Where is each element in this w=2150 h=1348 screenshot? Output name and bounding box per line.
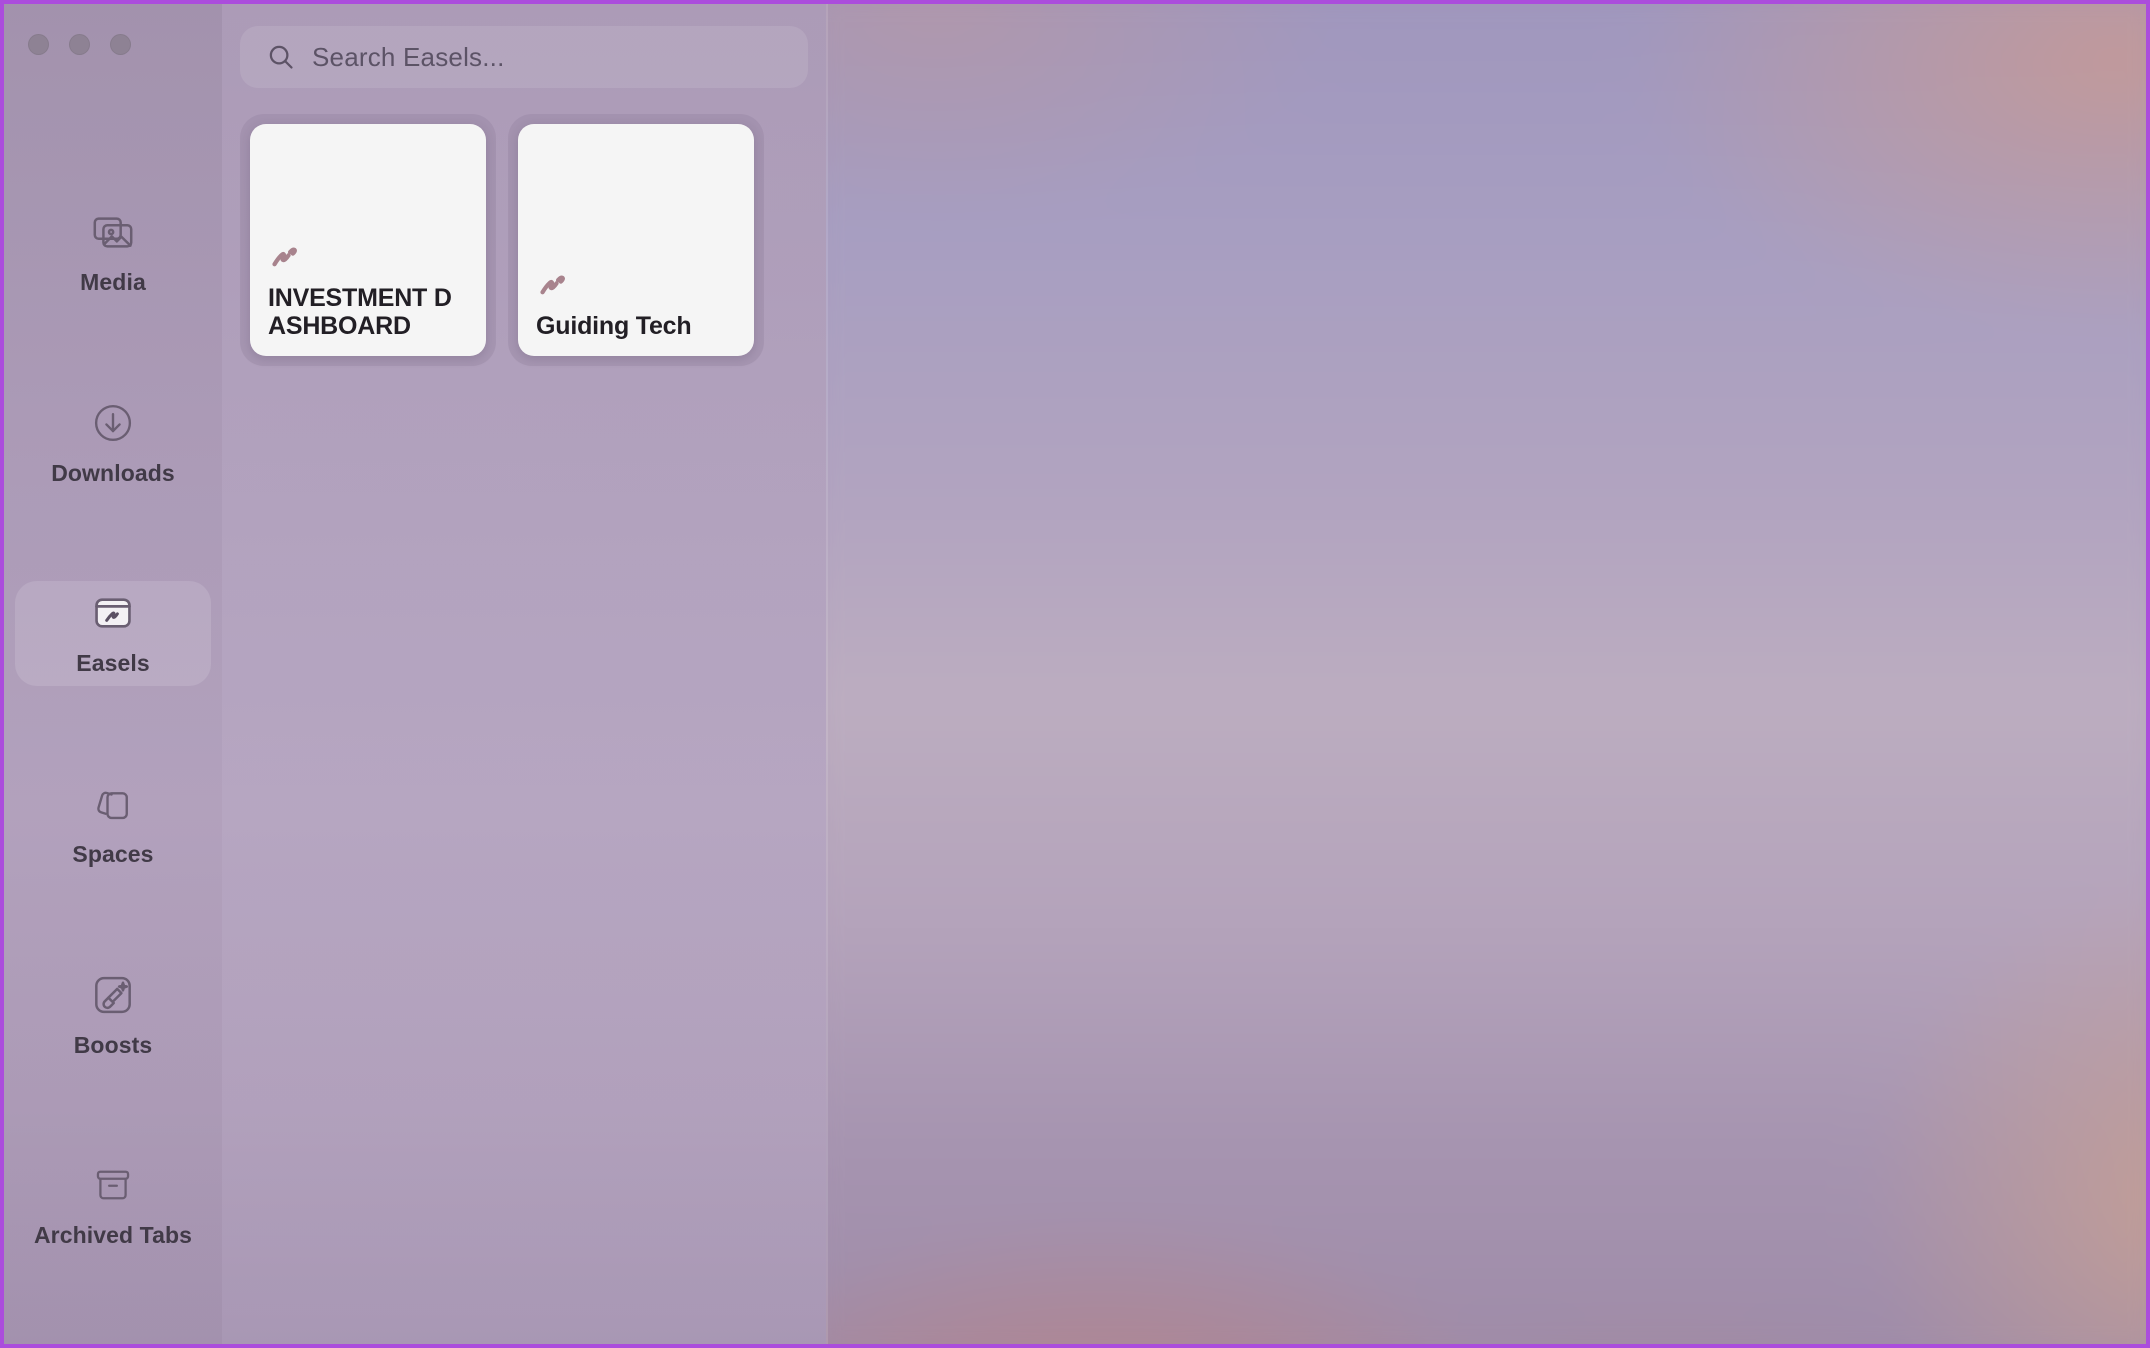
easel-card-title: Guiding Tech: [536, 311, 692, 340]
zoom-window-button[interactable]: [110, 34, 131, 55]
search-icon: [266, 42, 296, 72]
easels-grid: INVESTMENT DASHBOARD Guiding Tech: [240, 114, 808, 366]
easel-card-investment-dashboard[interactable]: INVESTMENT DASHBOARD: [250, 124, 486, 356]
sidebar-item-label: Downloads: [51, 459, 175, 486]
minimize-window-button[interactable]: [69, 34, 90, 55]
easel-icon: [90, 590, 136, 636]
media-stack-icon: [90, 209, 136, 255]
left-column: Media Downloads Easels Spaces Boosts Arc…: [4, 4, 826, 1344]
archive-box-icon: [90, 1162, 136, 1208]
easel-squiggle-icon: [268, 239, 468, 278]
easel-slot: INVESTMENT DASHBOARD: [240, 114, 496, 366]
sidebar-item-label: Spaces: [72, 840, 154, 867]
app-window: Media Downloads Easels Spaces Boosts Arc…: [0, 0, 2150, 1348]
sidebar-item-archived-tabs[interactable]: Archived Tabs: [15, 1153, 211, 1258]
close-window-button[interactable]: [28, 34, 49, 55]
easel-squiggle-icon: [536, 267, 736, 306]
panel-divider[interactable]: [826, 4, 828, 1344]
search-bar[interactable]: [240, 26, 808, 88]
boosts-brush-icon: [90, 972, 136, 1018]
easel-card-guiding-tech[interactable]: Guiding Tech: [518, 124, 754, 356]
spaces-cards-icon: [90, 781, 136, 827]
sidebar-item-label: Media: [80, 268, 146, 295]
search-input[interactable]: [312, 41, 782, 73]
easel-slot: Guiding Tech: [508, 114, 764, 366]
easel-card-title: INVESTMENT DASHBOARD: [268, 283, 452, 340]
sidebar-item-media[interactable]: Media: [15, 200, 211, 305]
sidebar-item-label: Easels: [76, 650, 150, 677]
sidebar-item-spaces[interactable]: Spaces: [15, 772, 211, 877]
sidebar-item-label: Boosts: [73, 1031, 153, 1058]
sidebar-item-easels[interactable]: Easels: [15, 581, 211, 687]
sidebar-item-downloads[interactable]: Downloads: [15, 391, 211, 496]
easel-preview-panel[interactable]: [799, 4, 2146, 1344]
download-circle-icon: [90, 400, 136, 446]
easels-list-panel: INVESTMENT DASHBOARD Guiding Tech: [222, 4, 826, 1344]
sidebar: Media Downloads Easels Spaces Boosts Arc…: [4, 4, 222, 1344]
sidebar-item-boosts[interactable]: Boosts: [15, 963, 211, 1068]
traffic-lights: [28, 34, 131, 55]
sidebar-item-label: Archived Tabs: [33, 1222, 193, 1249]
